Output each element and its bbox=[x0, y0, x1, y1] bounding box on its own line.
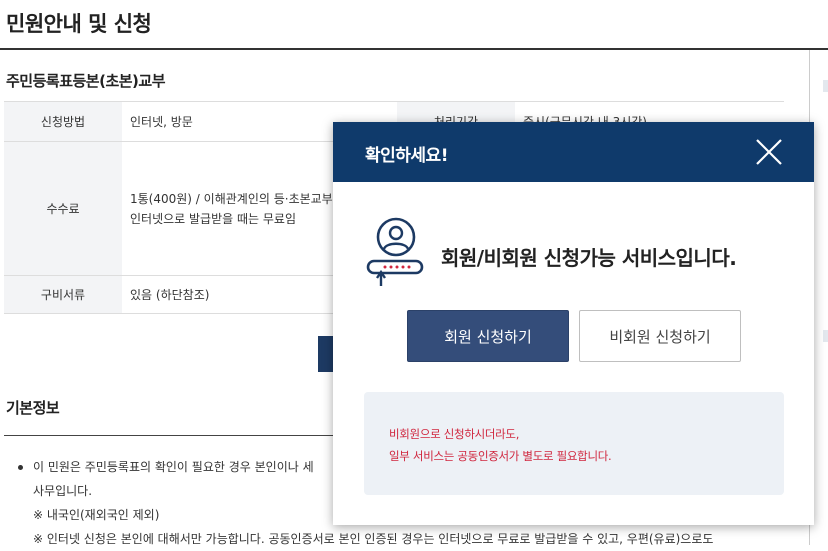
notice-text: 비회원으로 신청하시더라도, bbox=[389, 427, 520, 441]
user-login-icon bbox=[365, 216, 427, 288]
confirm-modal: 확인하세요! 회원/비회원 신청가능 서비스입니다. 회원 신청하기 비회원 신… bbox=[333, 122, 814, 525]
row-label: 수수료 bbox=[4, 141, 122, 276]
notice-box: 비회원으로 신청하시더라도, 일부 서비스는 공동인증서가 별도로 필요합니다. bbox=[364, 392, 784, 495]
basic-info-title: 기본정보 bbox=[6, 399, 60, 417]
notice-text: 일부 서비스는 공동인증서가 별도로 필요합니다. bbox=[389, 449, 612, 463]
modal-title: 확인하세요! bbox=[365, 146, 448, 166]
right-edge-mark bbox=[823, 80, 828, 92]
list-text: 이 민원은 주민등록표의 확인이 필요한 경우 본인이나 세 bbox=[33, 460, 314, 474]
member-apply-button[interactable]: 회원 신청하기 bbox=[407, 310, 569, 362]
row-label: 신청방법 bbox=[4, 101, 122, 142]
modal-message: 회원/비회원 신청가능 서비스입니다. bbox=[441, 246, 737, 270]
page-title: 민원안내 및 신청 bbox=[6, 12, 152, 36]
section-divider bbox=[4, 435, 334, 436]
close-icon[interactable] bbox=[753, 136, 785, 168]
right-edge-mark bbox=[823, 330, 828, 342]
list-note: ※ 인터넷 신청은 본인에 대해서만 가능합니다. 공동인증서로 본인 인증된 … bbox=[33, 532, 714, 546]
service-title: 주민등록표등본(초본)교부 bbox=[6, 72, 166, 90]
row-label: 구비서류 bbox=[4, 275, 122, 314]
modal-header: 확인하세요! bbox=[333, 122, 814, 182]
bullet-icon bbox=[18, 465, 23, 470]
title-divider bbox=[0, 48, 828, 50]
guest-apply-button[interactable]: 비회원 신청하기 bbox=[579, 310, 741, 362]
